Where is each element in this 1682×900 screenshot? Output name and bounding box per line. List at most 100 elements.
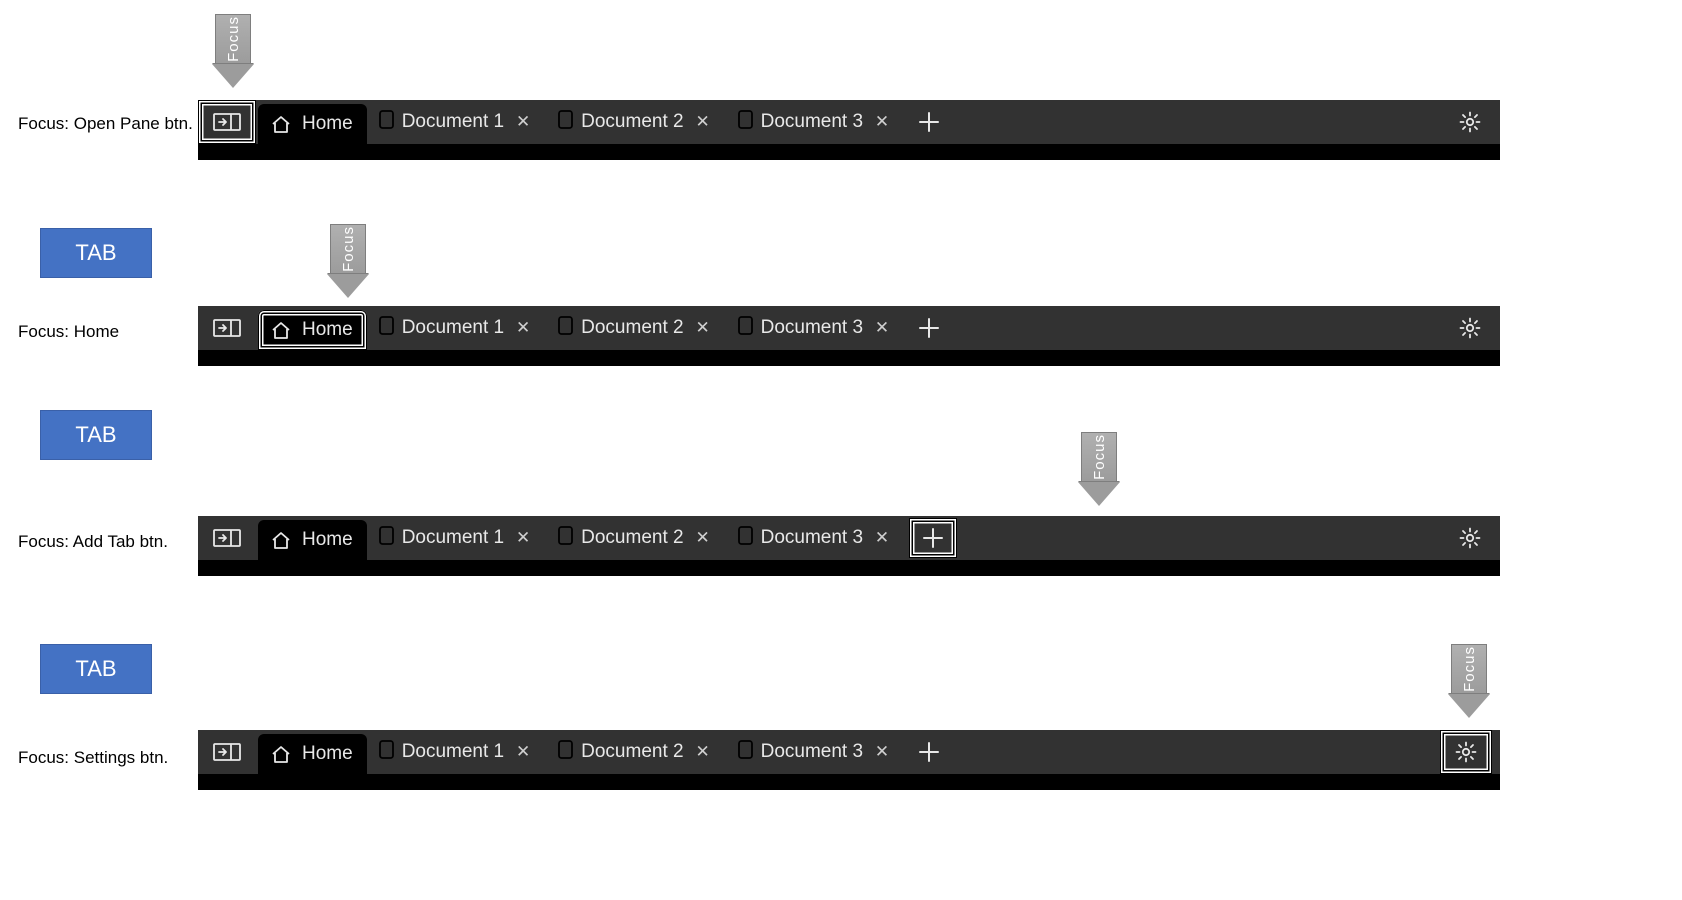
- tab-key-badge: TAB: [40, 644, 152, 694]
- tab-home[interactable]: Home: [258, 734, 367, 774]
- tab-label: Document 2: [581, 111, 683, 133]
- open-pane-button[interactable]: [198, 100, 256, 144]
- settings-button[interactable]: [1448, 306, 1492, 350]
- gear-icon: [1458, 526, 1482, 550]
- close-tab-button[interactable]: ✕: [510, 739, 536, 765]
- document-icon: [377, 315, 396, 341]
- open-pane-icon: [213, 527, 241, 549]
- state-caption: Focus: Open Pane btn.: [18, 114, 193, 134]
- tab-bar: Home Document 1 ✕ Document 2 ✕ Document …: [198, 730, 1500, 790]
- tab-label: Document 2: [581, 741, 683, 763]
- add-tab-button[interactable]: [909, 308, 949, 348]
- settings-button[interactable]: [1448, 100, 1492, 144]
- plus-icon: [922, 527, 944, 549]
- close-tab-button[interactable]: ✕: [869, 315, 895, 341]
- home-icon: [270, 744, 292, 765]
- close-tab-button[interactable]: ✕: [510, 315, 536, 341]
- home-icon: [270, 530, 292, 551]
- document-icon: [556, 739, 575, 765]
- tab-label: Home: [302, 113, 353, 135]
- tab-document[interactable]: Document 1 ✕: [367, 739, 546, 765]
- tab-label: Document 2: [581, 317, 683, 339]
- tab-label: Home: [302, 529, 353, 551]
- tab-document[interactable]: Document 3 ✕: [726, 739, 905, 765]
- focus-arrow: Focus: [1448, 644, 1490, 718]
- tab-label: Document 3: [761, 527, 863, 549]
- document-icon: [377, 739, 396, 765]
- add-tab-button[interactable]: [909, 518, 957, 558]
- tab-bar: Home Document 1 ✕ Document 2 ✕ Document …: [198, 306, 1500, 366]
- add-tab-button[interactable]: [909, 102, 949, 142]
- plus-icon: [918, 111, 940, 133]
- home-icon: [270, 320, 292, 341]
- document-icon: [736, 525, 755, 551]
- tab-bar: Home Document 1 ✕ Document 2 ✕ Document …: [198, 100, 1500, 160]
- close-tab-button[interactable]: ✕: [690, 109, 716, 135]
- tab-document[interactable]: Document 3 ✕: [726, 525, 905, 551]
- open-pane-icon: [213, 741, 241, 763]
- close-tab-button[interactable]: ✕: [869, 109, 895, 135]
- tab-key-badge: TAB: [40, 410, 152, 460]
- open-pane-icon: [213, 317, 241, 339]
- tab-document[interactable]: Document 1 ✕: [367, 315, 546, 341]
- tab-label: Document 3: [761, 111, 863, 133]
- focus-arrow: Focus: [327, 224, 369, 298]
- focus-arrow-label: Focus: [340, 226, 357, 272]
- document-icon: [377, 109, 396, 135]
- tab-document[interactable]: Document 2 ✕: [546, 739, 725, 765]
- close-tab-button[interactable]: ✕: [869, 525, 895, 551]
- gear-icon: [1458, 110, 1482, 134]
- document-icon: [736, 315, 755, 341]
- tab-label: Document 3: [761, 317, 863, 339]
- plus-icon: [918, 741, 940, 763]
- document-icon: [556, 525, 575, 551]
- tab-label: Document 1: [402, 527, 504, 549]
- state-caption: Focus: Settings btn.: [18, 748, 168, 768]
- tab-bar: Home Document 1 ✕ Document 2 ✕ Document …: [198, 516, 1500, 576]
- state-caption: Focus: Home: [18, 322, 119, 342]
- tab-label: Document 3: [761, 741, 863, 763]
- focus-arrow-label: Focus: [225, 16, 242, 62]
- tab-home[interactable]: Home: [258, 104, 367, 144]
- tab-document[interactable]: Document 3 ✕: [726, 315, 905, 341]
- plus-icon: [918, 317, 940, 339]
- tab-document[interactable]: Document 2 ✕: [546, 109, 725, 135]
- focus-arrow: Focus: [212, 14, 254, 88]
- close-tab-button[interactable]: ✕: [510, 525, 536, 551]
- tab-label: Document 1: [402, 741, 504, 763]
- gear-icon: [1458, 316, 1482, 340]
- document-icon: [736, 739, 755, 765]
- open-pane-button[interactable]: [198, 516, 256, 560]
- tab-home[interactable]: Home: [258, 310, 367, 350]
- close-tab-button[interactable]: ✕: [869, 739, 895, 765]
- tab-home[interactable]: Home: [258, 520, 367, 560]
- tab-label: Home: [302, 743, 353, 765]
- state-caption: Focus: Add Tab btn.: [18, 532, 168, 552]
- focus-arrow-label: Focus: [1091, 434, 1108, 480]
- document-icon: [556, 315, 575, 341]
- tab-label: Document 1: [402, 317, 504, 339]
- home-icon: [270, 114, 292, 135]
- tab-document[interactable]: Document 1 ✕: [367, 109, 546, 135]
- open-pane-icon: [213, 111, 241, 133]
- tab-label: Document 2: [581, 527, 683, 549]
- tab-document[interactable]: Document 1 ✕: [367, 525, 546, 551]
- document-icon: [377, 525, 396, 551]
- tab-key-badge: TAB: [40, 228, 152, 278]
- close-tab-button[interactable]: ✕: [510, 109, 536, 135]
- close-tab-button[interactable]: ✕: [690, 525, 716, 551]
- tab-document[interactable]: Document 3 ✕: [726, 109, 905, 135]
- close-tab-button[interactable]: ✕: [690, 315, 716, 341]
- open-pane-button[interactable]: [198, 306, 256, 350]
- tab-label: Document 1: [402, 111, 504, 133]
- settings-button[interactable]: [1440, 730, 1492, 774]
- tab-label: Home: [302, 319, 353, 341]
- document-icon: [736, 109, 755, 135]
- close-tab-button[interactable]: ✕: [690, 739, 716, 765]
- gear-icon: [1454, 740, 1478, 764]
- open-pane-button[interactable]: [198, 730, 256, 774]
- tab-document[interactable]: Document 2 ✕: [546, 315, 725, 341]
- tab-document[interactable]: Document 2 ✕: [546, 525, 725, 551]
- add-tab-button[interactable]: [909, 732, 949, 772]
- settings-button[interactable]: [1448, 516, 1492, 560]
